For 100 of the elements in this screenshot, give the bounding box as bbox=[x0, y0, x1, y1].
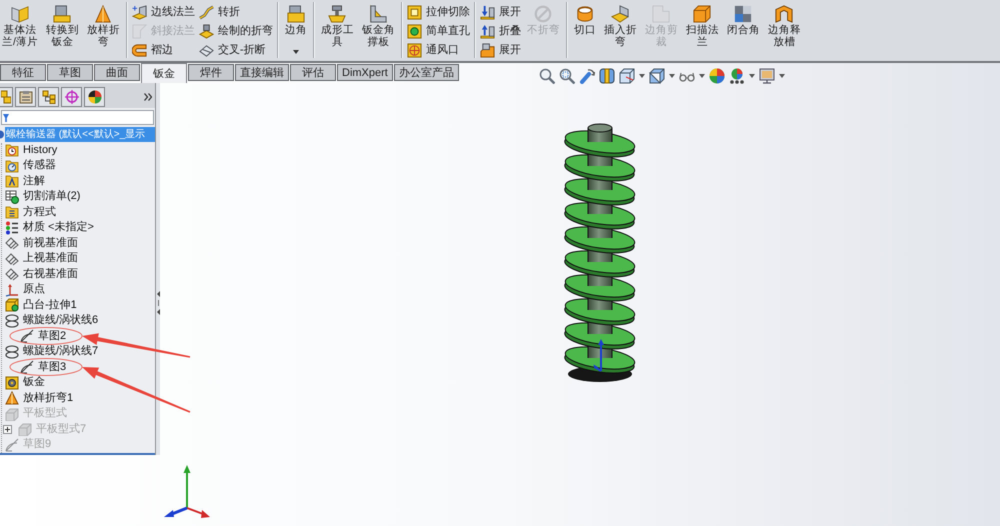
cube-icon bbox=[693, 5, 712, 23]
ribbon-button[interactable]: 闭合角 bbox=[724, 2, 762, 60]
ribbon-button[interactable]: 成形工 具 bbox=[318, 2, 356, 60]
caret-icon[interactable] bbox=[778, 74, 785, 78]
ribbon-button[interactable]: 切口 bbox=[572, 2, 598, 60]
block-on-plate-icon bbox=[53, 5, 72, 23]
round-hole-icon bbox=[406, 24, 422, 39]
caret-icon[interactable] bbox=[748, 74, 755, 78]
color-ball-icon[interactable] bbox=[708, 68, 725, 84]
square-cut-icon bbox=[406, 5, 422, 20]
blocks-icon bbox=[1, 90, 11, 104]
tree-item[interactable]: 原点 bbox=[22, 282, 46, 298]
sketch-icon bbox=[5, 438, 19, 452]
crosshair-icon bbox=[64, 90, 78, 104]
tree-item[interactable]: 草图3 bbox=[37, 360, 68, 375]
magnifier-icon[interactable] bbox=[538, 68, 555, 84]
ribbon-button[interactable]: 钣金角 撑板 bbox=[360, 2, 397, 60]
table-icon bbox=[5, 190, 19, 204]
sketch-icon bbox=[20, 360, 34, 374]
split-cylinder-icon[interactable] bbox=[598, 68, 615, 84]
ribbon-button[interactable]: 简单直孔 bbox=[406, 22, 470, 41]
wireframe-cube-icon[interactable] bbox=[618, 68, 635, 84]
tree-item[interactable]: 注解 bbox=[22, 174, 46, 189]
ribbon-button[interactable]: 基体法 兰/薄片 bbox=[0, 2, 40, 60]
panel-tab[interactable] bbox=[84, 87, 105, 107]
up-arrow-plate-icon bbox=[480, 24, 495, 39]
ribbon-button[interactable]: 交叉-折断 bbox=[198, 41, 273, 60]
ribbon-button[interactable]: 通风口 bbox=[406, 41, 470, 60]
cube-icon bbox=[5, 406, 19, 421]
blocks-tree-icon bbox=[42, 90, 56, 104]
filter-field[interactable] bbox=[1, 110, 154, 125]
tree-item[interactable]: 放样折弯1 bbox=[22, 390, 74, 406]
colored-list-icon bbox=[5, 220, 19, 235]
sphere-stand-icon[interactable] bbox=[728, 68, 745, 84]
tab[interactable]: 特征 bbox=[0, 64, 46, 81]
caret-icon[interactable] bbox=[698, 74, 705, 78]
square-disc-icon bbox=[5, 376, 19, 390]
tree-item[interactable]: 右视基准面 bbox=[22, 266, 79, 282]
tab[interactable]: 直接编辑 bbox=[235, 64, 289, 81]
tab[interactable]: 办公室产品 bbox=[394, 64, 459, 81]
tree-item[interactable]: 切割清单(2) bbox=[22, 189, 82, 204]
panel-tab[interactable] bbox=[15, 87, 36, 107]
ribbon-button[interactable]: 转换到 钣金 bbox=[44, 2, 81, 60]
angled-plate-icon bbox=[132, 24, 147, 39]
stepped-plate-icon bbox=[480, 43, 495, 58]
block-icon bbox=[5, 298, 19, 312]
diamond-plate-icon bbox=[198, 43, 214, 58]
plane-icon bbox=[5, 267, 19, 282]
double-chevron-icon[interactable] bbox=[144, 93, 152, 101]
monitor-icon[interactable] bbox=[758, 68, 775, 84]
tab[interactable]: 曲面 bbox=[94, 64, 140, 81]
tree-item[interactable]: 传感器 bbox=[22, 158, 57, 174]
origin-axes-icon bbox=[5, 282, 19, 297]
tree-item[interactable]: History bbox=[22, 142, 58, 158]
tab[interactable]: 钣金 bbox=[141, 63, 187, 83]
tree-item[interactable]: 草图2 bbox=[37, 328, 68, 344]
tree-item[interactable]: 凸台-拉伸1 bbox=[22, 298, 78, 313]
ribbon-button[interactable]: 边角 bbox=[282, 2, 309, 60]
curved-arrow-icon[interactable] bbox=[578, 68, 595, 84]
tree-item[interactable]: 上视基准面 bbox=[22, 251, 79, 266]
cone-icon bbox=[5, 391, 19, 406]
tree-item[interactable]: 螺旋线/涡状线6 bbox=[22, 313, 100, 328]
ribbon-button[interactable]: 插入折 弯 bbox=[602, 2, 639, 60]
panel-tab[interactable] bbox=[38, 87, 59, 107]
square-blocks-icon bbox=[734, 5, 752, 23]
collapse-handle-icon[interactable] bbox=[156, 291, 160, 315]
ribbon-button[interactable]: 绘制的折弯 bbox=[198, 22, 273, 41]
ribbon-button[interactable]: 扫描法 兰 bbox=[684, 2, 721, 60]
color-ball-icon bbox=[88, 90, 102, 104]
tree-item[interactable]: 方程式 bbox=[22, 204, 57, 220]
bent-sheet-icon bbox=[611, 5, 630, 23]
tree-item[interactable]: 螺旋线/涡状线7 bbox=[22, 344, 100, 360]
stamp-on-plate-icon bbox=[198, 24, 214, 39]
filter-icon bbox=[3, 114, 9, 122]
ribbon-button[interactable]: 边角释 放槽 bbox=[766, 2, 803, 60]
ribbon-button[interactable]: 展开 bbox=[480, 3, 521, 22]
tree-item[interactable]: 钣金 bbox=[22, 375, 46, 390]
ribbon-button[interactable]: 褶边 bbox=[132, 41, 195, 60]
tree-item[interactable]: 前视基准面 bbox=[22, 236, 79, 251]
bracket-icon bbox=[369, 5, 388, 23]
ribbon-button[interactable]: 边线法兰 bbox=[132, 3, 195, 22]
caret-icon[interactable] bbox=[638, 74, 645, 78]
ribbon-button[interactable]: 放样折 弯 bbox=[84, 2, 122, 60]
caret-icon[interactable] bbox=[668, 74, 675, 78]
ribbon-button[interactable]: 折叠 bbox=[480, 22, 521, 41]
tree-item[interactable]: 材质 <未指定> bbox=[22, 220, 95, 236]
tab[interactable]: 评估 bbox=[290, 64, 336, 81]
ribbon-button[interactable]: 展开 bbox=[480, 41, 521, 60]
cone-icon bbox=[94, 5, 112, 23]
tab[interactable]: DimXpert bbox=[337, 64, 393, 81]
arch-icon bbox=[775, 5, 794, 23]
axis-triad-icon bbox=[162, 463, 212, 521]
shaded-cube-icon[interactable] bbox=[648, 68, 665, 84]
bent-plate-icon bbox=[132, 5, 147, 20]
tab[interactable]: 焊件 bbox=[188, 64, 234, 81]
ribbon-button[interactable]: 转折 bbox=[198, 3, 273, 22]
tab[interactable]: 草图 bbox=[47, 64, 93, 81]
magnifier-icon[interactable] bbox=[558, 68, 575, 84]
cube-icon bbox=[18, 422, 32, 436]
ribbon-button[interactable]: 拉伸切除 bbox=[406, 3, 470, 22]
